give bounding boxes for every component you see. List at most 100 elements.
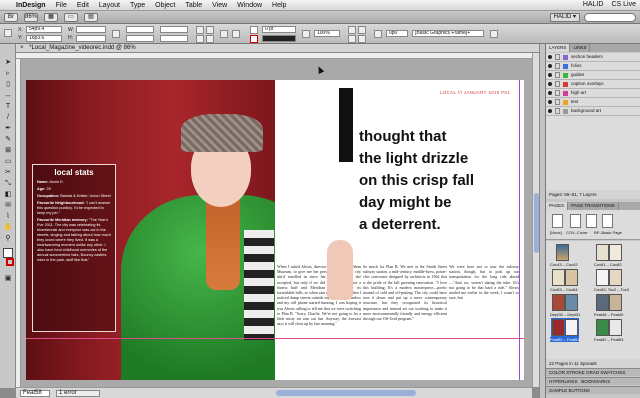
select-content-icon[interactable]: [232, 30, 240, 38]
layer-row[interactable]: caption overlays: [546, 80, 640, 89]
eyedropper-tool-icon[interactable]: ⌇: [3, 212, 13, 221]
gap-tool-icon[interactable]: ↔: [3, 91, 13, 100]
hyperlinks-panel-group[interactable]: HYPERLINKS BOOKMARKS: [546, 377, 640, 385]
rotate-cw-icon[interactable]: [196, 26, 204, 34]
menu-window[interactable]: Window: [237, 2, 262, 9]
arrange-documents-button[interactable]: ▤: [84, 12, 98, 22]
fit-proportional-icon[interactable]: [348, 35, 356, 43]
reference-point-icon[interactable]: [4, 29, 12, 37]
view-options-button[interactable]: ▦: [44, 12, 58, 22]
type-tool-icon[interactable]: T: [3, 102, 13, 111]
user-menu[interactable]: HALID: [583, 1, 604, 8]
direct-selection-tool-icon[interactable]: ▹: [3, 69, 13, 78]
article-headline[interactable]: thought that the light drizzle on this c…: [359, 126, 519, 236]
master-thumb[interactable]: [602, 214, 613, 228]
y-position-field[interactable]: 16p3.6: [26, 35, 62, 42]
lock-icon[interactable]: [555, 99, 560, 105]
page-number-field[interactable]: Feat58: [20, 389, 50, 397]
local-stats-box[interactable]: local stats Name: Annie E. Age: 25 Occup…: [32, 164, 116, 332]
constrain-proportions-icon[interactable]: [112, 30, 120, 38]
fit-frame-icon[interactable]: [358, 26, 366, 34]
eye-icon[interactable]: [548, 91, 552, 95]
rotate-ccw-icon[interactable]: [206, 26, 214, 34]
zoom-level-dropdown[interactable]: 86%: [24, 12, 38, 22]
lock-icon[interactable]: [555, 72, 560, 78]
preflight-status[interactable]: 1 error: [56, 389, 100, 397]
stroke-color-icon[interactable]: [6, 258, 14, 266]
shear-field[interactable]: [160, 35, 188, 42]
left-page[interactable]: local stats Name: Annie E. Age: 25 Occup…: [26, 80, 275, 380]
page-tool-icon[interactable]: ▯: [3, 80, 13, 89]
lock-icon[interactable]: [555, 81, 560, 87]
body-column-2[interactable]: So much for Plan B. We met at the Smith …: [363, 264, 447, 321]
page-thumb[interactable]: [596, 294, 609, 311]
screen-mode-button[interactable]: ▭: [64, 12, 78, 22]
page-thumb[interactable]: [596, 244, 609, 261]
horizontal-scroll-thumb[interactable]: [276, 390, 416, 396]
menu-object[interactable]: Object: [155, 2, 175, 9]
bridge-button[interactable]: Br: [4, 12, 18, 22]
page-thumb[interactable]: [596, 269, 609, 286]
layer-row[interactable]: folios: [546, 62, 640, 71]
pen-tool-icon[interactable]: ✒: [3, 124, 13, 133]
stroke-swatch-icon[interactable]: [250, 35, 258, 43]
fill-proportional-icon[interactable]: [358, 35, 366, 43]
vertical-scrollbar[interactable]: [532, 53, 539, 387]
pencil-tool-icon[interactable]: ✎: [3, 135, 13, 144]
page-thumb[interactable]: [565, 294, 578, 311]
layer-row[interactable]: high art: [546, 89, 640, 98]
lock-icon[interactable]: [555, 90, 560, 96]
stroke-weight-field[interactable]: 0 pt: [262, 26, 296, 33]
right-page[interactable]: LOCAL /// JANUARY 2010 P61 thought that …: [275, 80, 524, 380]
tab-layers[interactable]: LAYERS: [546, 44, 571, 52]
document-tab[interactable]: × *Local_Magazine_videorec.indd @ 86%: [16, 44, 539, 53]
lock-icon[interactable]: [555, 108, 560, 114]
opacity-field[interactable]: 100%: [314, 30, 340, 37]
color-panel-group[interactable]: COLOR STROKE GRAD SWATCHES: [546, 368, 640, 376]
eye-icon[interactable]: [548, 100, 552, 104]
menu-file[interactable]: File: [56, 2, 67, 9]
menu-view[interactable]: View: [212, 2, 227, 9]
scale-x-field[interactable]: [126, 26, 154, 33]
select-container-icon[interactable]: [220, 30, 228, 38]
eye-icon[interactable]: [548, 64, 552, 68]
lock-icon[interactable]: [555, 54, 560, 60]
line-tool-icon[interactable]: /: [3, 113, 13, 122]
page-thumb[interactable]: [596, 319, 609, 336]
selection-tool-icon[interactable]: ➤: [3, 58, 13, 67]
gradient-tool-icon[interactable]: ◧: [3, 190, 13, 199]
page-thumb[interactable]: [565, 269, 578, 286]
fill-swatch-icon[interactable]: [250, 26, 258, 34]
page-thumb[interactable]: [552, 269, 565, 286]
page-thumb[interactable]: [609, 269, 622, 286]
note-tool-icon[interactable]: ✉: [3, 201, 13, 210]
scale-y-field[interactable]: [126, 35, 154, 42]
flip-vertical-icon[interactable]: [206, 35, 214, 43]
lock-icon[interactable]: [555, 63, 560, 69]
effects-icon[interactable]: [302, 30, 310, 38]
layer-row[interactable]: section headers: [546, 53, 640, 62]
page-thumb[interactable]: [609, 294, 622, 311]
page-thumb[interactable]: [609, 319, 622, 336]
tab-links[interactable]: LINKS: [570, 44, 591, 52]
page-thumb[interactable]: [552, 294, 565, 311]
eye-icon[interactable]: [548, 82, 552, 86]
layer-row[interactable]: text: [546, 98, 640, 107]
cs-live-menu[interactable]: CS Live: [611, 1, 636, 8]
layer-row[interactable]: background art: [546, 107, 640, 116]
view-mode-icon[interactable]: ▣: [3, 274, 13, 283]
x-position-field[interactable]: 54p9.4: [26, 26, 62, 33]
panel-menu-icon[interactable]: [490, 30, 498, 38]
height-field[interactable]: [76, 35, 106, 42]
sample-buttons-panel[interactable]: SAMPLE BUTTONS: [546, 386, 640, 394]
close-icon[interactable]: ×: [20, 45, 24, 51]
master-thumb[interactable]: [570, 214, 581, 228]
fill-color-icon[interactable]: [3, 248, 13, 258]
menu-table[interactable]: Table: [185, 2, 202, 9]
page-thumb[interactable]: [556, 244, 569, 261]
rotation-field[interactable]: [160, 26, 188, 33]
eye-icon[interactable]: [548, 73, 552, 77]
page-thumb[interactable]: [609, 244, 622, 261]
flip-horizontal-icon[interactable]: [196, 35, 204, 43]
layer-row[interactable]: guides: [546, 71, 640, 80]
